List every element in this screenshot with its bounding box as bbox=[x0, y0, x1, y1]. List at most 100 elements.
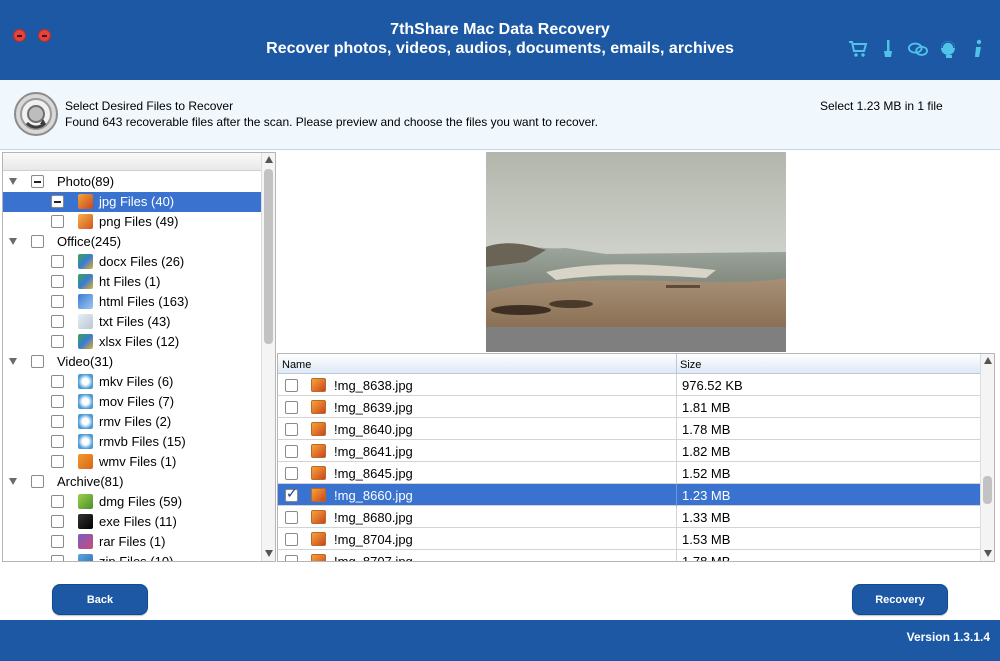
tree-label: Video(31) bbox=[57, 354, 114, 369]
tree-item[interactable]: wmv Files (1) bbox=[3, 452, 263, 472]
recovery-button[interactable]: Recovery bbox=[852, 584, 948, 615]
disclosure-triangle-icon[interactable] bbox=[9, 178, 17, 185]
tree-checkbox[interactable] bbox=[51, 315, 64, 328]
tree-item[interactable]: dmg Files (59) bbox=[3, 492, 263, 512]
tree-checkbox[interactable] bbox=[51, 255, 64, 268]
size-column-header[interactable]: Size bbox=[680, 359, 701, 371]
tree-checkbox[interactable] bbox=[31, 475, 44, 488]
file-name: !mg_8639.jpg bbox=[334, 400, 413, 415]
file-checkbox[interactable] bbox=[285, 401, 298, 414]
file-row[interactable]: !mg_8680.jpg 1.33 MB bbox=[278, 506, 980, 528]
file-checkbox[interactable] bbox=[285, 511, 298, 524]
file-name: !mg_8704.jpg bbox=[334, 532, 413, 547]
jpg-file-icon bbox=[311, 400, 326, 414]
file-row[interactable]: !mg_8645.jpg 1.52 MB bbox=[278, 462, 980, 484]
file-row[interactable]: !mg_8660.jpg 1.23 MB bbox=[278, 484, 980, 506]
file-checkbox[interactable] bbox=[285, 533, 298, 546]
file-checkbox[interactable] bbox=[285, 379, 298, 392]
tree-item[interactable]: zip Files (10) bbox=[3, 552, 263, 561]
tree-item[interactable]: txt Files (43) bbox=[3, 312, 263, 332]
tree-label: html Files (163) bbox=[99, 294, 189, 309]
tree-checkbox[interactable] bbox=[51, 275, 64, 288]
file-name: !mg_8660.jpg bbox=[334, 488, 413, 503]
jpg-file-icon bbox=[311, 378, 326, 392]
tree-item[interactable]: xlsx Files (12) bbox=[3, 332, 263, 352]
list-scroll-up-arrow-icon[interactable] bbox=[984, 357, 992, 364]
tree-item[interactable]: html Files (163) bbox=[3, 292, 263, 312]
tree-category[interactable]: Office(245) bbox=[3, 232, 263, 252]
jpg-file-icon bbox=[311, 532, 326, 546]
tree-checkbox[interactable] bbox=[51, 535, 64, 548]
tree-checkbox[interactable] bbox=[51, 215, 64, 228]
file-row[interactable]: !mg_8641.jpg 1.82 MB bbox=[278, 440, 980, 462]
tree-checkbox[interactable] bbox=[51, 295, 64, 308]
tree-item[interactable]: jpg Files (40) bbox=[3, 192, 263, 212]
tree-item[interactable]: rmvb Files (15) bbox=[3, 432, 263, 452]
chat-icon[interactable] bbox=[908, 38, 928, 60]
tree-label: wmv Files (1) bbox=[99, 454, 177, 469]
tree-checkbox[interactable] bbox=[51, 335, 64, 348]
list-scrollbar[interactable] bbox=[980, 354, 994, 561]
tree-item[interactable]: exe Files (11) bbox=[3, 512, 263, 532]
tree-category[interactable]: Archive(81) bbox=[3, 472, 263, 492]
version-label: Version 1.3.1.4 bbox=[906, 630, 990, 644]
tree-item[interactable]: ht Files (1) bbox=[3, 272, 263, 292]
file-row[interactable]: !mg_8704.jpg 1.53 MB bbox=[278, 528, 980, 550]
scroll-down-arrow-icon[interactable] bbox=[265, 550, 273, 557]
disclosure-triangle-icon[interactable] bbox=[9, 238, 17, 245]
tree-scrollbar[interactable] bbox=[261, 153, 275, 561]
list-scroll-thumb[interactable] bbox=[983, 476, 992, 504]
file-row[interactable]: !mg_8707.jpg 1.78 MB bbox=[278, 550, 980, 561]
tree-checkbox[interactable] bbox=[51, 395, 64, 408]
tree-checkbox[interactable] bbox=[51, 515, 64, 528]
tree-item[interactable]: rar Files (1) bbox=[3, 532, 263, 552]
jpg-file-icon bbox=[311, 488, 326, 502]
file-checkbox[interactable] bbox=[285, 555, 298, 561]
file-list[interactable]: Name Size !mg_8638.jpg 976.52 KB !mg_8639.… bbox=[277, 353, 995, 562]
tree-item[interactable]: png Files (49) bbox=[3, 212, 263, 232]
tree-checkbox[interactable] bbox=[31, 235, 44, 248]
video-file-icon bbox=[78, 374, 93, 389]
tree-checkbox[interactable] bbox=[51, 435, 64, 448]
tree-category[interactable]: Photo(89) bbox=[3, 172, 263, 192]
back-button[interactable]: Back bbox=[52, 584, 148, 615]
tree-item[interactable]: mov Files (7) bbox=[3, 392, 263, 412]
tree-checkbox[interactable] bbox=[31, 355, 44, 368]
dmg-file-icon bbox=[78, 494, 93, 509]
tree-checkbox[interactable] bbox=[51, 555, 64, 561]
tree-checkbox[interactable] bbox=[51, 375, 64, 388]
name-column-header[interactable]: Name bbox=[282, 359, 311, 371]
tree-checkbox[interactable] bbox=[51, 415, 64, 428]
file-checkbox[interactable] bbox=[285, 445, 298, 458]
tree-item[interactable]: docx Files (26) bbox=[3, 252, 263, 272]
file-name: !mg_8645.jpg bbox=[334, 466, 413, 481]
file-checkbox[interactable] bbox=[285, 423, 298, 436]
tree-checkbox[interactable] bbox=[31, 175, 44, 188]
tree-scroll-thumb[interactable] bbox=[264, 169, 273, 344]
exe-file-icon bbox=[78, 514, 93, 529]
disclosure-triangle-icon[interactable] bbox=[9, 358, 17, 365]
support-icon[interactable] bbox=[938, 38, 958, 60]
tree-item[interactable]: rmv Files (2) bbox=[3, 412, 263, 432]
scroll-up-arrow-icon[interactable] bbox=[265, 156, 273, 163]
file-row[interactable]: !mg_8638.jpg 976.52 KB bbox=[278, 374, 980, 396]
tree-category[interactable]: Video(31) bbox=[3, 352, 263, 372]
tree-label: rmv Files (2) bbox=[99, 414, 172, 429]
file-checkbox[interactable] bbox=[285, 467, 298, 480]
rar-file-icon bbox=[78, 534, 93, 549]
file-checkbox[interactable] bbox=[285, 486, 298, 502]
info-icon[interactable] bbox=[968, 38, 988, 60]
tree-checkbox[interactable] bbox=[51, 495, 64, 508]
file-row[interactable]: !mg_8640.jpg 1.78 MB bbox=[278, 418, 980, 440]
list-scroll-down-arrow-icon[interactable] bbox=[984, 550, 992, 557]
file-row[interactable]: !mg_8639.jpg 1.81 MB bbox=[278, 396, 980, 418]
tree-checkbox[interactable] bbox=[51, 195, 64, 208]
disclosure-triangle-icon[interactable] bbox=[9, 478, 17, 485]
zip-file-icon bbox=[78, 554, 93, 561]
brush-icon[interactable] bbox=[878, 38, 898, 60]
tree-item[interactable]: mkv Files (6) bbox=[3, 372, 263, 392]
tree-checkbox[interactable] bbox=[51, 455, 64, 468]
cart-icon[interactable] bbox=[848, 38, 868, 60]
file-type-tree[interactable]: Photo(89) jpg Files (40) png Files (49) Off… bbox=[2, 152, 276, 562]
video-file-icon bbox=[78, 434, 93, 449]
